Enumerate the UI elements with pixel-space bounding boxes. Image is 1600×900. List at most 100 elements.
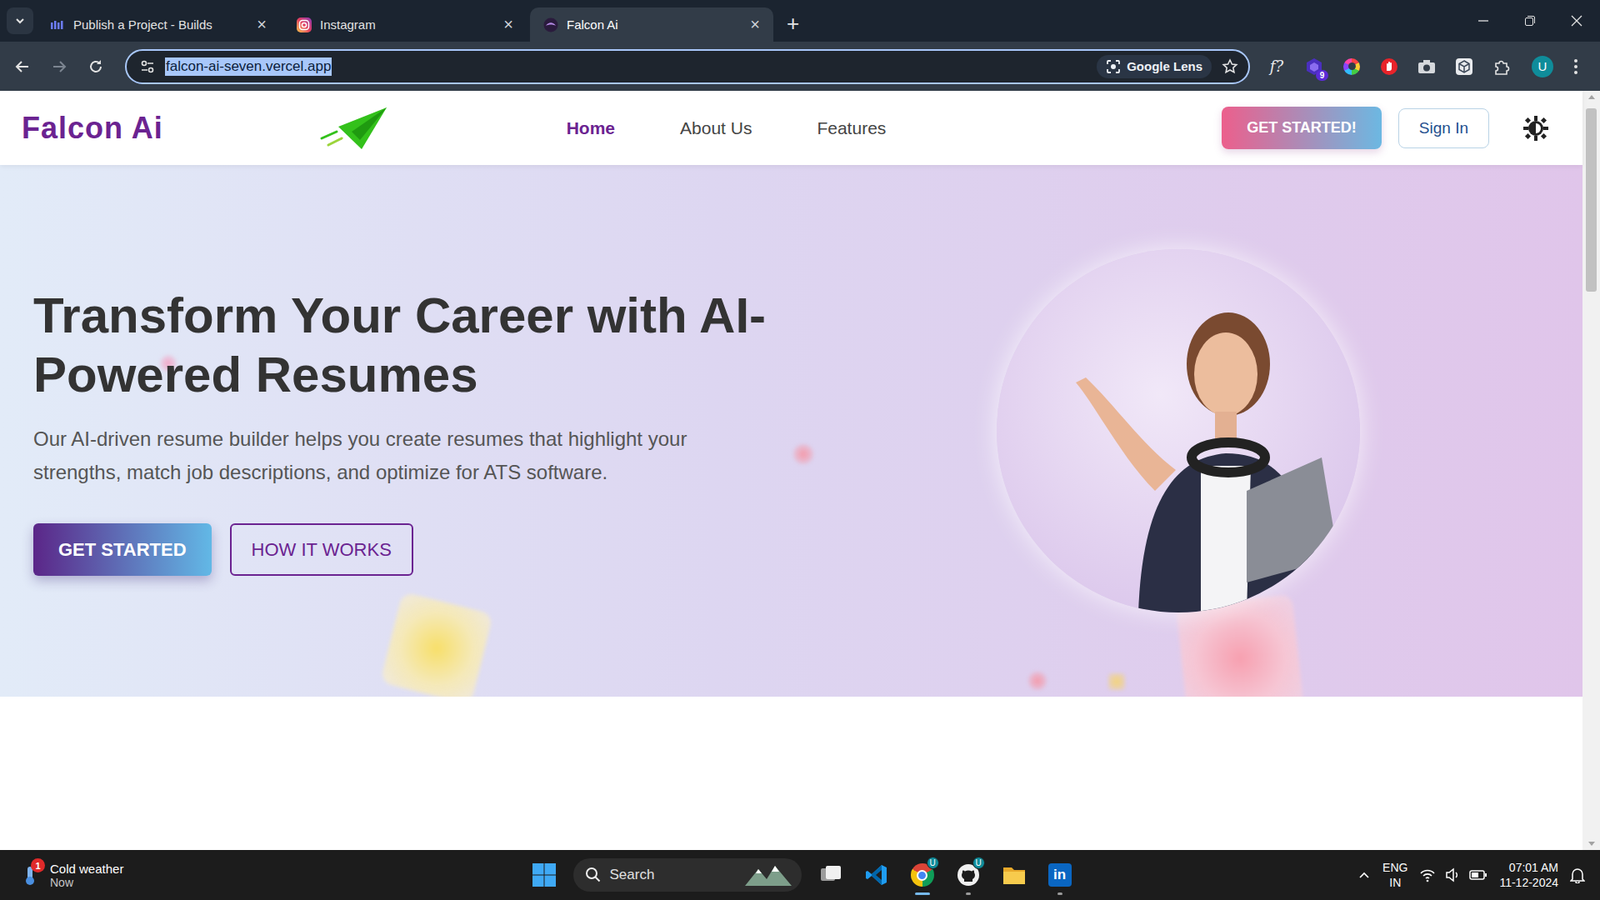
taskbar-apps: UUin bbox=[810, 853, 1080, 897]
language-code: IN bbox=[1389, 875, 1401, 890]
tab-label: Instagram bbox=[320, 17, 492, 32]
language-indicator[interactable]: ENGIN bbox=[1382, 860, 1408, 890]
browser-tab[interactable]: Publish a Project - Builds × bbox=[36, 7, 280, 42]
restore-button[interactable] bbox=[1506, 0, 1554, 42]
running-indicator bbox=[965, 892, 971, 895]
nav-link[interactable]: About Us bbox=[680, 118, 752, 139]
lens-icon bbox=[1105, 59, 1121, 75]
extension-button[interactable]: f? bbox=[1261, 51, 1292, 82]
weather-widget[interactable]: 1 Cold weather Now bbox=[18, 861, 124, 890]
cube-icon bbox=[1455, 57, 1474, 76]
taskbar: 1 Cold weather Now Search UUin ENGIN 07:… bbox=[0, 850, 1600, 900]
get-started-nav-button[interactable]: GET STARTED! bbox=[1221, 106, 1382, 150]
github-taskbar-button[interactable]: U bbox=[948, 853, 989, 897]
url-text[interactable]: falcon-ai-seven.vercel.app bbox=[165, 57, 332, 76]
extension-list: f? 9 bbox=[1261, 51, 1517, 82]
decor-dot bbox=[1108, 673, 1125, 690]
vscode-taskbar-button[interactable] bbox=[856, 853, 897, 897]
start-button[interactable] bbox=[524, 855, 565, 895]
clock[interactable]: 07:01 AM 11-12-2024 bbox=[1499, 860, 1559, 890]
running-indicator bbox=[915, 892, 930, 895]
forward-arrow-icon bbox=[50, 58, 68, 75]
window-controls bbox=[1460, 0, 1600, 42]
language-code: ENG bbox=[1382, 860, 1408, 875]
extension-button[interactable] bbox=[1336, 51, 1367, 82]
builds-favicon-icon bbox=[50, 17, 65, 33]
brand-logo[interactable]: Falcon Ai bbox=[21, 110, 164, 146]
falcon-favicon-icon bbox=[543, 17, 559, 33]
sign-in-button[interactable]: Sign In bbox=[1398, 108, 1490, 149]
paper-plane-icon bbox=[320, 105, 389, 152]
files-icon bbox=[1001, 864, 1027, 886]
how-it-works-button[interactable]: HOW IT WORKS bbox=[230, 523, 414, 576]
minimize-button[interactable] bbox=[1460, 0, 1507, 42]
web-page: Falcon Ai Home About Us Features GET START… bbox=[0, 90, 1600, 850]
tab-close-button[interactable]: × bbox=[253, 15, 270, 35]
system-tray[interactable] bbox=[1419, 866, 1488, 884]
reload-icon bbox=[87, 58, 105, 75]
nav-link[interactable]: Home bbox=[566, 118, 615, 139]
tab-search-button[interactable] bbox=[6, 7, 34, 35]
hand-icon bbox=[1380, 57, 1399, 76]
nav-link[interactable]: Features bbox=[816, 118, 886, 139]
decor-dot bbox=[1028, 671, 1047, 690]
extension-button[interactable] bbox=[1449, 51, 1480, 82]
hero-subtitle: Our AI-driven resume builder helps you c… bbox=[33, 422, 750, 490]
toolbar: falcon-ai-seven.vercel.app Google Lens f… bbox=[0, 41, 1600, 91]
tab-list: Publish a Project - Builds×Instagram×Fal… bbox=[36, 7, 774, 42]
tab-close-button[interactable]: × bbox=[500, 15, 517, 35]
nav-links: Home About Us Features bbox=[566, 118, 887, 139]
extension-button[interactable]: 9 bbox=[1299, 51, 1330, 82]
running-indicator bbox=[1057, 892, 1063, 895]
files-taskbar-button[interactable] bbox=[994, 853, 1035, 897]
menu-button[interactable] bbox=[1560, 50, 1592, 83]
profile-avatar[interactable]: U bbox=[1531, 55, 1554, 78]
theme-toggle-icon[interactable] bbox=[1522, 115, 1550, 142]
close-button[interactable] bbox=[1553, 0, 1600, 42]
browser-tab[interactable]: Falcon Ai× bbox=[530, 7, 774, 42]
volume-icon bbox=[1444, 866, 1461, 884]
decor-square bbox=[380, 591, 494, 697]
extension-button[interactable] bbox=[1486, 51, 1517, 82]
colorwheel-icon bbox=[1343, 58, 1360, 75]
mountains-icon bbox=[743, 862, 794, 888]
browser-tab[interactable]: Instagram × bbox=[283, 7, 527, 42]
hero-title: Transform Your Career with AI-Powered Re… bbox=[33, 285, 834, 405]
windows-logo-icon bbox=[531, 862, 557, 888]
taskview-taskbar-button[interactable] bbox=[810, 853, 851, 897]
chevron-up-icon[interactable] bbox=[1357, 868, 1371, 882]
instagram-favicon-icon bbox=[296, 17, 312, 33]
get-started-button[interactable]: GET STARTED bbox=[33, 523, 212, 576]
bookmark-star-icon[interactable] bbox=[1221, 58, 1239, 75]
weather-badge: 1 bbox=[30, 858, 45, 873]
linkedin-taskbar-button[interactable]: in bbox=[1040, 853, 1080, 897]
back-button[interactable] bbox=[6, 50, 39, 83]
scrollbar-thumb[interactable] bbox=[1585, 108, 1597, 292]
linkedin-icon: in bbox=[1048, 863, 1072, 887]
notification-bell-icon[interactable] bbox=[1570, 866, 1585, 884]
extension-button[interactable] bbox=[1411, 51, 1442, 82]
puzzle-icon bbox=[1492, 57, 1511, 76]
site-navbar: Falcon Ai Home About Us Features GET START… bbox=[0, 90, 1583, 165]
search-label: Search bbox=[610, 866, 735, 884]
tab-label: Publish a Project - Builds bbox=[73, 17, 245, 32]
formula-icon: f? bbox=[1270, 57, 1284, 75]
camera-icon bbox=[1417, 58, 1436, 75]
tab-close-button[interactable]: × bbox=[746, 15, 764, 35]
new-tab-button[interactable]: + bbox=[786, 10, 800, 36]
chrome-taskbar-button[interactable]: U bbox=[902, 853, 943, 897]
reload-button[interactable] bbox=[80, 50, 112, 83]
forward-button bbox=[43, 50, 75, 83]
taskview-icon bbox=[819, 864, 843, 886]
chevron-down-icon bbox=[14, 15, 26, 27]
scrollbar[interactable] bbox=[1582, 90, 1600, 850]
extension-button[interactable] bbox=[1374, 51, 1405, 82]
decor-dot bbox=[793, 444, 814, 465]
clock-time: 07:01 AM bbox=[1509, 860, 1559, 875]
search-icon bbox=[585, 866, 602, 884]
back-arrow-icon bbox=[14, 58, 31, 75]
address-bar[interactable]: falcon-ai-seven.vercel.app Google Lens bbox=[125, 49, 1250, 85]
clock-date: 11-12-2024 bbox=[1499, 875, 1559, 890]
taskbar-search[interactable]: Search bbox=[573, 858, 802, 892]
google-lens-button[interactable]: Google Lens bbox=[1096, 55, 1212, 79]
